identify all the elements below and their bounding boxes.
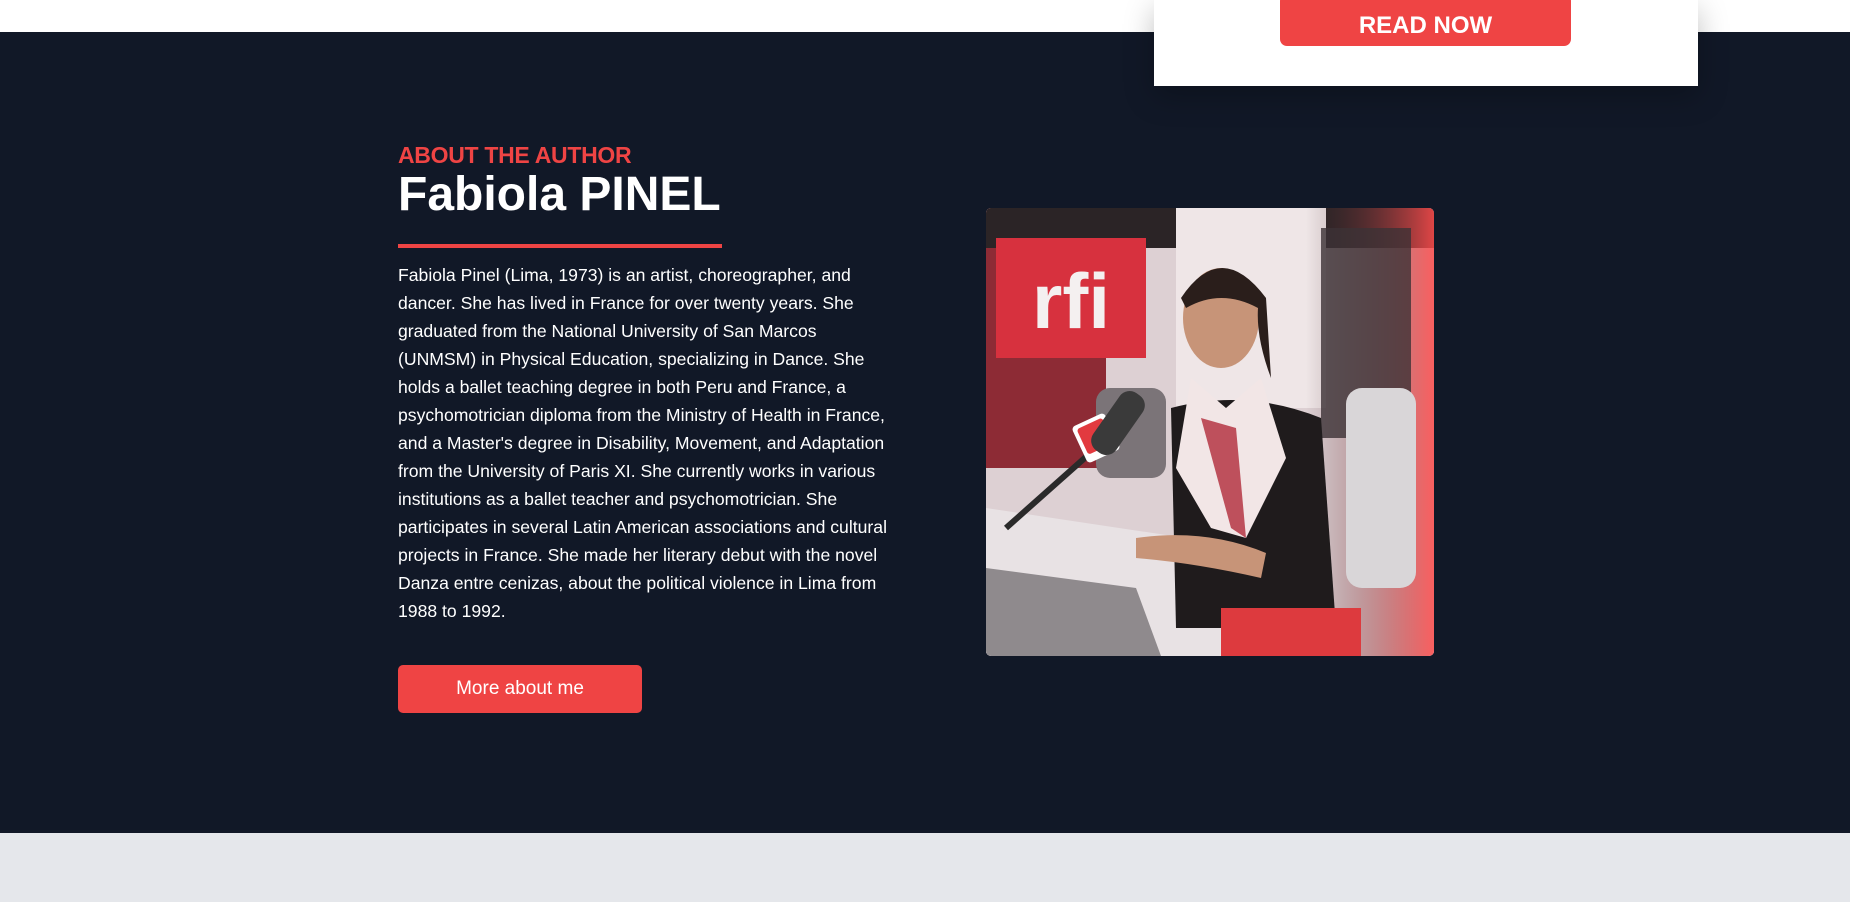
- section-eyebrow: ABOUT THE AUTHOR: [398, 142, 632, 168]
- read-now-button[interactable]: READ NOW: [1280, 0, 1571, 46]
- title-underline: [398, 244, 722, 248]
- next-section-band: [0, 833, 1850, 902]
- about-author-section: [0, 32, 1850, 833]
- author-photo: rfi: [986, 208, 1434, 656]
- author-name: Fabiola PINEL: [398, 168, 721, 221]
- rfi-logo-background: rfi: [1032, 257, 1110, 345]
- author-photo-image: rfi: [986, 208, 1434, 656]
- featured-book-card: READ NOW: [1154, 0, 1698, 86]
- more-about-me-button[interactable]: More about me: [398, 665, 642, 713]
- author-bio: Fabiola Pinel (Lima, 1973) is an artist,…: [398, 265, 887, 621]
